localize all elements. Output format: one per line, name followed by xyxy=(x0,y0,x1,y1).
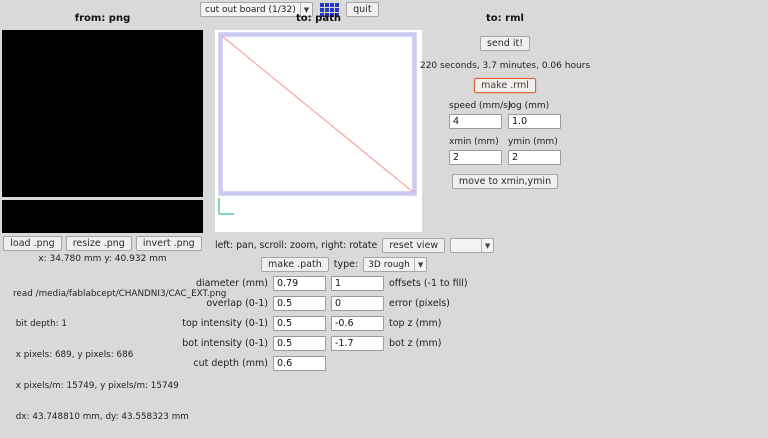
speed-label: speed (mm/s) xyxy=(449,101,508,111)
speed-jog-labels: speed (mm/s) jog (mm) xyxy=(449,101,561,111)
bot-intensity-label: bot intensity (0-1) xyxy=(150,338,268,349)
resize-png-button[interactable]: resize .png xyxy=(66,236,132,251)
path-type-select-value: 3D rough xyxy=(364,260,414,270)
field-row-top-intensity: top intensity (0-1) top z (mm) xyxy=(150,316,442,331)
make-path-row: make .path type: 3D rough ▼ xyxy=(261,257,427,272)
view-controls-row: left: pan, scroll: zoom, right: rotate r… xyxy=(215,238,494,253)
jog-input[interactable] xyxy=(508,114,561,129)
png-button-row: load .png resize .png invert .png xyxy=(2,236,203,251)
info-line-dimensions: dx: 43.748810 mm, dy: 43.558323 mm xyxy=(13,412,226,422)
to-rml-panel: to: rml send it! 220 seconds, 3.7 minute… xyxy=(435,13,575,189)
field-row-bot-intensity: bot intensity (0-1) bot z (mm) xyxy=(150,336,442,351)
xmin-ymin-inputs xyxy=(449,150,561,165)
error-input[interactable] xyxy=(331,296,384,311)
chevron-down-icon: ▼ xyxy=(481,239,493,252)
to-path-title: to: path xyxy=(215,13,422,24)
speed-input[interactable] xyxy=(449,114,502,129)
png-image-canvas-lower[interactable] xyxy=(2,200,203,233)
diameter-input[interactable] xyxy=(273,276,326,291)
xmin-ymin-labels: xmin (mm) ymin (mm) xyxy=(449,137,561,147)
send-it-button[interactable]: send it! xyxy=(480,36,530,51)
invert-png-button[interactable]: invert .png xyxy=(136,236,202,251)
top-z-input[interactable] xyxy=(331,316,384,331)
field-row-diameter: diameter (mm) offsets (-1 to fill) xyxy=(150,276,468,291)
move-to-xmin-ymin-button[interactable]: move to xmin,ymin xyxy=(452,174,558,189)
xmin-input[interactable] xyxy=(449,150,502,165)
to-rml-title: to: rml xyxy=(486,13,524,24)
speed-jog-inputs xyxy=(449,114,561,129)
bot-z-label: bot z (mm) xyxy=(389,338,442,349)
field-row-cut-depth: cut depth (mm) xyxy=(150,356,326,371)
cut-depth-input[interactable] xyxy=(273,356,326,371)
bot-z-input[interactable] xyxy=(331,336,384,351)
type-label: type: xyxy=(334,259,358,270)
make-rml-button[interactable]: make .rml xyxy=(474,78,536,93)
path-type-select[interactable]: 3D rough ▼ xyxy=(363,257,427,272)
from-png-title: from: png xyxy=(0,13,205,24)
offsets-input[interactable] xyxy=(331,276,384,291)
path-view-select[interactable]: ▼ xyxy=(450,238,494,253)
reset-view-button[interactable]: reset view xyxy=(382,238,445,253)
path-view-canvas[interactable] xyxy=(215,30,422,232)
cursor-position-readout: x: 34.780 mm y: 40.932 mm xyxy=(2,254,203,264)
view-hint-text: left: pan, scroll: zoom, right: rotate xyxy=(215,240,377,251)
time-estimate: 220 seconds, 3.7 minutes, 0.06 hours xyxy=(420,61,590,71)
error-label: error (pixels) xyxy=(389,298,450,309)
overlap-label: overlap (0-1) xyxy=(150,298,268,309)
info-line-pixels-per-m: x pixels/m: 15749, y pixels/m: 15749 xyxy=(13,381,226,391)
field-row-overlap: overlap (0-1) error (pixels) xyxy=(150,296,450,311)
top-intensity-label: top intensity (0-1) xyxy=(150,318,268,329)
load-png-button[interactable]: load .png xyxy=(3,236,61,251)
make-path-button[interactable]: make .path xyxy=(261,257,329,272)
overlap-input[interactable] xyxy=(273,296,326,311)
xmin-label: xmin (mm) xyxy=(449,137,508,147)
bot-intensity-input[interactable] xyxy=(273,336,326,351)
png-image-canvas[interactable] xyxy=(2,30,203,197)
cut-depth-label: cut depth (mm) xyxy=(150,358,268,369)
diameter-label: diameter (mm) xyxy=(150,278,268,289)
top-z-label: top z (mm) xyxy=(389,318,442,329)
jog-label: jog (mm) xyxy=(508,101,549,111)
chevron-down-icon: ▼ xyxy=(414,258,426,271)
ymin-label: ymin (mm) xyxy=(508,137,558,147)
ymin-input[interactable] xyxy=(508,150,561,165)
toolpath-line xyxy=(223,37,414,193)
offsets-label: offsets (-1 to fill) xyxy=(389,278,468,289)
top-intensity-input[interactable] xyxy=(273,316,326,331)
